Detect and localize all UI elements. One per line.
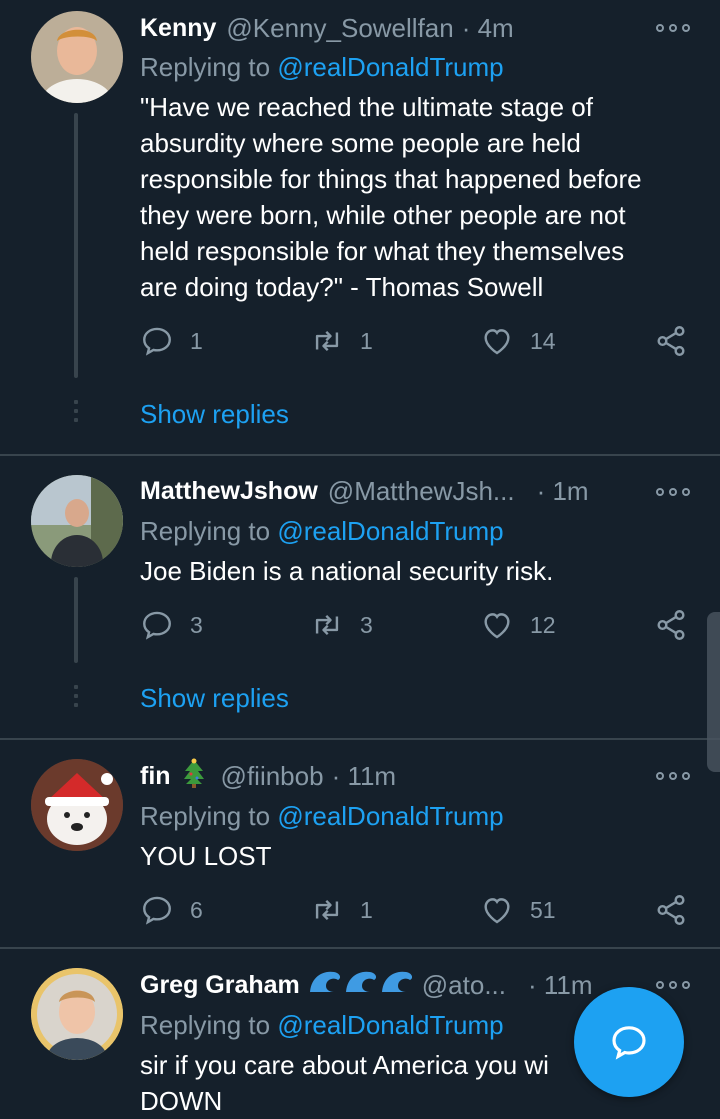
tweet-header: MatthewJshow @MatthewJsh... · 1m (140, 474, 589, 508)
thread-line (74, 577, 78, 663)
share-button[interactable] (654, 324, 688, 358)
tweet-text-line: are doing today?" - Thomas Sowell (140, 272, 544, 302)
tweet-header: Greg Graham @ato... · 11m (140, 968, 593, 1002)
display-name[interactable]: Greg Graham (140, 971, 300, 1000)
heart-icon (480, 608, 514, 642)
reply-button[interactable]: 1 (140, 324, 203, 358)
reply-count: 3 (190, 611, 203, 638)
divider (0, 947, 720, 949)
retweet-icon (310, 893, 344, 927)
replying-to-label: Replying to (140, 52, 271, 82)
tweet-header: Kenny @Kenny_Sowellfan · 4m (140, 11, 514, 45)
reply-button[interactable]: 6 (140, 893, 203, 927)
compose-reply-icon (612, 1026, 646, 1060)
reply-icon (140, 893, 174, 927)
mention-link[interactable]: @realDonaldTrump (277, 516, 503, 546)
tweet-text-line: held responsible for what they themselve… (140, 236, 625, 266)
reply-count: 1 (190, 327, 203, 354)
share-icon (654, 893, 688, 927)
display-name[interactable]: Kenny (140, 14, 216, 43)
mention-link[interactable]: @realDonaldTrump (277, 801, 503, 831)
retweet-count: 1 (360, 896, 373, 923)
avatar[interactable] (31, 475, 123, 567)
avatar[interactable] (31, 968, 123, 1060)
like-button[interactable]: 14 (480, 324, 556, 358)
retweet-count: 1 (360, 327, 373, 354)
more-options-icon[interactable] (656, 975, 690, 995)
reply-count: 6 (190, 896, 203, 923)
thread-dots (74, 400, 78, 427)
retweet-icon (310, 608, 344, 642)
reply-button[interactable]: 3 (140, 608, 203, 642)
tweet-text-line: YOU LOST (140, 841, 272, 871)
replying-to: Replying to @realDonaldTrump (140, 516, 504, 547)
like-count: 14 (530, 327, 556, 354)
divider (0, 738, 720, 740)
tweet-actions: 6 1 51 (140, 893, 700, 929)
mention-link[interactable]: @realDonaldTrump (277, 1010, 503, 1040)
thread-dots (74, 685, 78, 712)
display-name[interactable]: MatthewJshow (140, 477, 318, 506)
tweet-text: Joe Biden is a national security risk. (140, 553, 700, 589)
replying-to-label: Replying to (140, 801, 271, 831)
mention-link[interactable]: @realDonaldTrump (277, 52, 503, 82)
timestamp[interactable]: · 11m (332, 761, 397, 792)
share-button[interactable] (654, 893, 688, 927)
more-options-icon[interactable] (656, 766, 690, 786)
retweet-button[interactable]: 1 (310, 324, 373, 358)
share-icon (654, 324, 688, 358)
share-icon (654, 608, 688, 642)
replying-to-label: Replying to (140, 1010, 271, 1040)
replying-to-label: Replying to (140, 516, 271, 546)
heart-icon (480, 324, 514, 358)
compose-reply-button[interactable] (574, 987, 684, 1097)
more-options-icon[interactable] (656, 482, 690, 502)
reply-icon (140, 324, 174, 358)
like-count: 51 (530, 896, 556, 923)
username[interactable]: @ato... (422, 970, 506, 1001)
username[interactable]: @fiinbob (221, 761, 324, 792)
scrollbar-thumb[interactable] (707, 612, 720, 772)
show-replies-link[interactable]: Show replies (140, 683, 289, 714)
tweet-text-line: Joe Biden is a national security risk. (140, 556, 554, 586)
like-count: 12 (530, 611, 556, 638)
reply-icon (140, 608, 174, 642)
tweet-text-line: "Have we reached the ultimate stage of (140, 92, 593, 122)
share-button[interactable] (654, 608, 688, 642)
display-name[interactable]: fin (140, 762, 171, 791)
replying-to: Replying to @realDonaldTrump (140, 801, 504, 832)
timestamp[interactable]: · 4m (462, 13, 514, 44)
username[interactable]: @Kenny_Sowellfan (226, 13, 453, 44)
retweet-button[interactable]: 3 (310, 608, 373, 642)
show-replies-link[interactable]: Show replies (140, 399, 289, 430)
heart-icon (480, 893, 514, 927)
replying-to: Replying to @realDonaldTrump (140, 1010, 504, 1041)
replying-to: Replying to @realDonaldTrump (140, 52, 504, 83)
username[interactable]: @MatthewJsh... (328, 476, 515, 507)
avatar[interactable] (31, 759, 123, 851)
like-button[interactable]: 12 (480, 608, 556, 642)
tweet-text-line: responsible for things that happened bef… (140, 164, 642, 194)
like-button[interactable]: 51 (480, 893, 556, 927)
tweet-actions: 3 3 12 (140, 608, 700, 644)
timestamp[interactable]: · 11m (528, 970, 593, 1001)
tweet-header: fin @fiinbob · 11m (140, 758, 397, 795)
retweet-count: 3 (360, 611, 373, 638)
wave-icon (308, 968, 412, 1003)
tweet-actions: 1 1 14 (140, 324, 700, 360)
more-options-icon[interactable] (656, 18, 690, 38)
thread-line (74, 113, 78, 378)
divider (0, 454, 720, 456)
tweet-text: "Have we reached the ultimate stage of a… (140, 89, 700, 305)
tweet-text: YOU LOST (140, 838, 700, 874)
timestamp[interactable]: · 1m (537, 476, 589, 507)
avatar[interactable] (31, 11, 123, 103)
tweet-text-line: absurdity where some people are held (140, 128, 581, 158)
retweet-button[interactable]: 1 (310, 893, 373, 927)
tweet-text-line: they were born, while other people are n… (140, 200, 626, 230)
christmas-tree-icon (181, 758, 207, 795)
retweet-icon (310, 324, 344, 358)
